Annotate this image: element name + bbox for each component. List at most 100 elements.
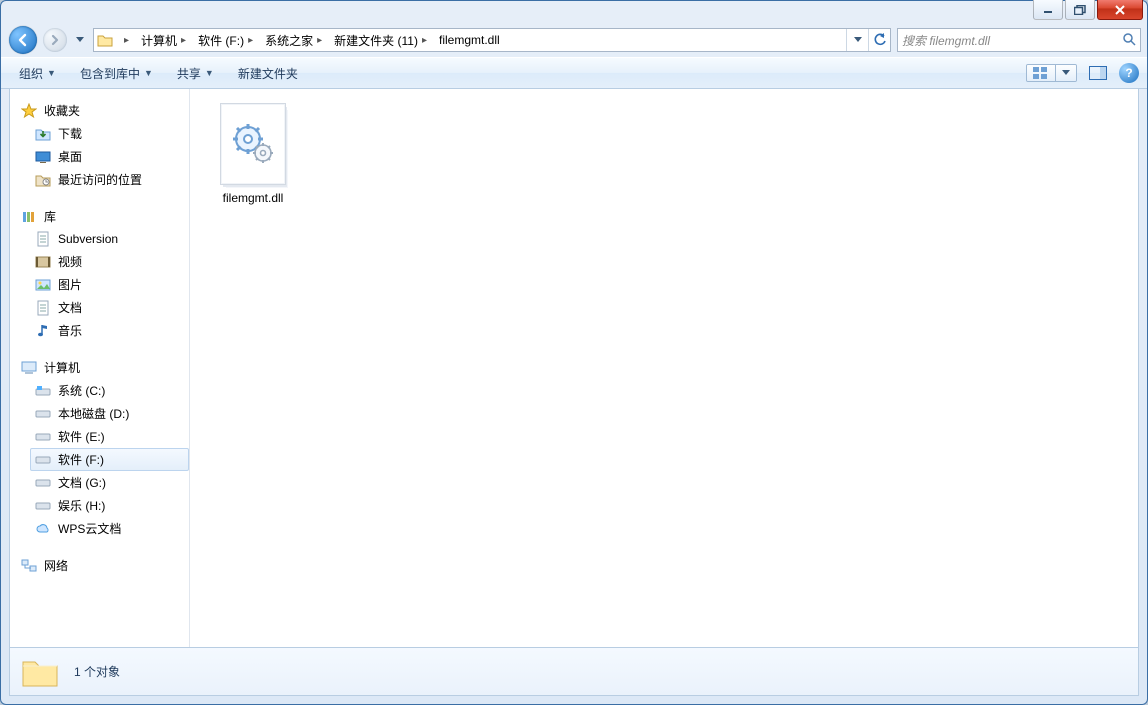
thumbnails-icon [1033, 67, 1049, 79]
titlebar [1, 1, 1147, 23]
tree-label: 本地磁盘 (D:) [58, 405, 129, 422]
nav-history-dropdown[interactable] [73, 37, 87, 43]
breadcrumb[interactable]: 系统之家▸ [261, 29, 330, 51]
button-label: 包含到库中 [80, 65, 140, 82]
help-button[interactable]: ? [1119, 63, 1139, 83]
breadcrumb-label: 系统之家 [265, 32, 313, 49]
nav-forward-button[interactable] [43, 28, 67, 52]
chevron-down-icon: ▼ [205, 68, 214, 78]
tree-item-downloads[interactable]: 下载 [30, 122, 189, 145]
tree-label: 软件 (E:) [58, 428, 105, 445]
file-list[interactable]: filemgmt.dll [190, 89, 1138, 647]
tree-label: Subversion [58, 232, 118, 246]
breadcrumb[interactable]: filemgmt.dll [435, 29, 504, 51]
tree-item-drive-g[interactable]: 文档 (G:) [30, 471, 189, 494]
tree-item-subversion[interactable]: Subversion [30, 228, 189, 250]
chevron-down-icon: ▼ [47, 68, 56, 78]
tree-item-drive-c[interactable]: 系统 (C:) [30, 379, 189, 402]
search-icon [1122, 32, 1136, 49]
breadcrumb-label: 计算机 [141, 32, 177, 49]
new-folder-button[interactable]: 新建文件夹 [228, 61, 308, 86]
tree-item-recent[interactable]: 最近访问的位置 [30, 168, 189, 191]
toolbar-right: ? [1026, 62, 1139, 84]
tree-item-music[interactable]: 音乐 [30, 319, 189, 342]
close-button[interactable] [1097, 0, 1143, 20]
file-thumbnail [220, 103, 286, 185]
tree-group-network: 网络 [16, 554, 189, 577]
refresh-icon [873, 33, 887, 47]
address-bar[interactable]: ▸ 计算机▸ 软件 (F:)▸ 系统之家▸ 新建文件夹 (11)▸ filemg… [93, 28, 891, 52]
tree-label: 网络 [44, 557, 68, 574]
tree-item-documents[interactable]: 文档 [30, 296, 189, 319]
breadcrumb[interactable]: 软件 (F:)▸ [194, 29, 261, 51]
chevron-down-icon [1062, 70, 1070, 76]
preview-pane-icon [1089, 66, 1107, 80]
drive-icon [34, 409, 52, 419]
tree-label: 娱乐 (H:) [58, 497, 105, 514]
download-icon [34, 127, 52, 141]
breadcrumb-label: filemgmt.dll [439, 33, 500, 47]
tree-item-pictures[interactable]: 图片 [30, 273, 189, 296]
navigation-pane[interactable]: 收藏夹 下载 桌面 最近访问的位置 库 Subversion 视频 图片 文档 [10, 89, 190, 647]
chevron-down-icon [854, 37, 862, 43]
tree-item-wps-cloud[interactable]: WPS云文档 [30, 517, 189, 540]
command-bar: 组织▼ 包含到库中 ▼ 共享▼ 新建文件夹 ? [1, 57, 1147, 89]
tree-label: 系统 (C:) [58, 382, 105, 399]
breadcrumb-sep[interactable]: ▸ [116, 29, 137, 51]
tree-label: 库 [44, 208, 56, 225]
tree-label: 音乐 [58, 322, 82, 339]
tree-item-drive-e[interactable]: 软件 (E:) [30, 425, 189, 448]
share-button[interactable]: 共享▼ [167, 61, 224, 86]
tree-item-desktop[interactable]: 桌面 [30, 145, 189, 168]
minimize-icon [1043, 5, 1053, 15]
preview-pane-button[interactable] [1087, 62, 1109, 84]
tree-group-title[interactable]: 库 [16, 205, 189, 228]
computer-icon [20, 361, 38, 375]
view-mode-dropdown[interactable] [1055, 65, 1076, 81]
pictures-icon [34, 279, 52, 291]
breadcrumb-label: 软件 (F:) [198, 32, 244, 49]
chevron-down-icon: ▼ [144, 68, 153, 78]
folder-icon [94, 33, 116, 47]
drive-icon [34, 478, 52, 488]
address-dropdown[interactable] [846, 29, 868, 51]
tree-group-favorites: 收藏夹 下载 桌面 最近访问的位置 [16, 99, 189, 191]
tree-item-drive-d[interactable]: 本地磁盘 (D:) [30, 402, 189, 425]
breadcrumb-label: 新建文件夹 (11) [334, 32, 418, 49]
tree-group-title[interactable]: 计算机 [16, 356, 189, 379]
file-item[interactable]: filemgmt.dll [208, 103, 298, 205]
explorer-window: ▸ 计算机▸ 软件 (F:)▸ 系统之家▸ 新建文件夹 (11)▸ filemg… [0, 0, 1148, 705]
tree-item-drive-f[interactable]: 软件 (F:) [30, 448, 189, 471]
tree-group-libraries: 库 Subversion 视频 图片 文档 音乐 [16, 205, 189, 342]
organize-button[interactable]: 组织▼ [9, 61, 66, 86]
tree-label: WPS云文档 [58, 520, 121, 537]
folder-icon [20, 654, 60, 690]
tree-group-title[interactable]: 网络 [16, 554, 189, 577]
view-mode-button[interactable] [1027, 65, 1055, 81]
maximize-icon [1074, 5, 1086, 15]
drive-system-icon [34, 385, 52, 397]
tree-label: 下载 [58, 125, 82, 142]
nav-back-button[interactable] [9, 26, 37, 54]
document-icon [34, 231, 52, 247]
close-icon [1114, 5, 1126, 15]
tree-item-drive-h[interactable]: 娱乐 (H:) [30, 494, 189, 517]
music-icon [34, 323, 52, 339]
breadcrumb[interactable]: 计算机▸ [137, 29, 194, 51]
tree-label: 计算机 [44, 359, 80, 376]
maximize-button[interactable] [1065, 0, 1095, 20]
recent-icon [34, 173, 52, 187]
details-pane: 1 个对象 [9, 648, 1139, 696]
tree-item-videos[interactable]: 视频 [30, 250, 189, 273]
minimize-button[interactable] [1033, 0, 1063, 20]
search-box[interactable]: 搜索 filemgmt.dll [897, 28, 1141, 52]
video-icon [34, 256, 52, 268]
drive-icon [34, 501, 52, 511]
explorer-body: 收藏夹 下载 桌面 最近访问的位置 库 Subversion 视频 图片 文档 [9, 89, 1139, 648]
refresh-button[interactable] [868, 29, 890, 51]
arrow-left-icon [15, 32, 31, 48]
tree-group-title[interactable]: 收藏夹 [16, 99, 189, 122]
breadcrumb[interactable]: 新建文件夹 (11)▸ [330, 29, 435, 51]
file-name: filemgmt.dll [223, 191, 284, 205]
include-in-library-button[interactable]: 包含到库中 ▼ [70, 61, 163, 86]
